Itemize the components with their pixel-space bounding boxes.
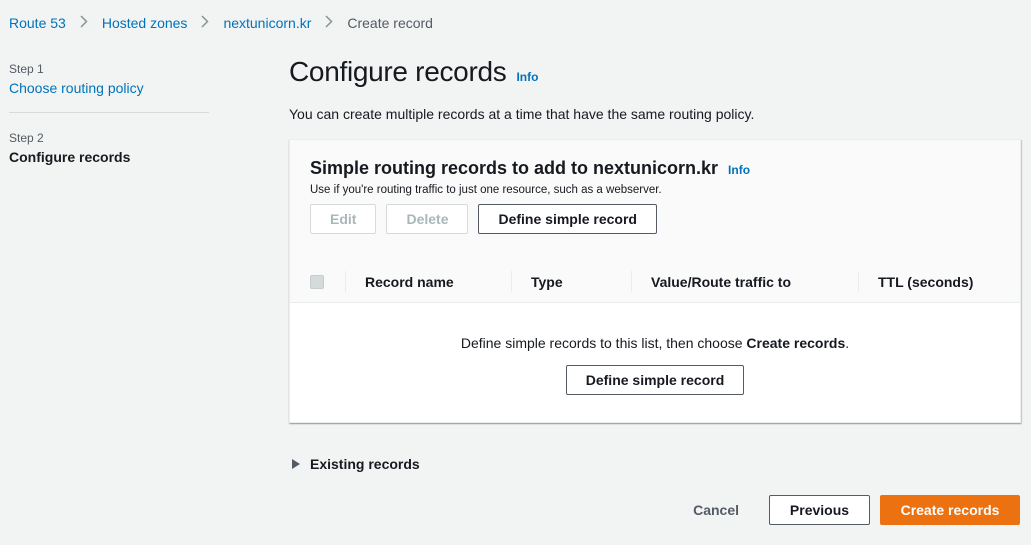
page-title-row: Configure records Info: [289, 56, 1021, 88]
container-info-link[interactable]: Info: [728, 163, 750, 177]
step-1-number: Step 1: [9, 62, 44, 76]
chevron-right-icon: [201, 15, 209, 31]
container-subtitle: Use if you're routing traffic to just on…: [310, 184, 662, 196]
column-type[interactable]: Type: [511, 261, 631, 302]
delete-button[interactable]: Delete: [386, 204, 469, 234]
existing-records-expander[interactable]: Existing records: [292, 456, 420, 472]
wizard-footer: Cancel Previous Create records: [693, 495, 1020, 525]
records-table-header: Record name Type Value/Route traffic to …: [290, 261, 1020, 303]
main-content: Configure records Info You can create mu…: [289, 56, 1021, 423]
page-info-link[interactable]: Info: [516, 70, 538, 84]
records-container: Simple routing records to add to nextuni…: [289, 139, 1021, 423]
existing-records-label: Existing records: [310, 456, 420, 472]
empty-text-bold: Create records: [746, 335, 846, 351]
breadcrumb: Route 53 Hosted zones nextunicorn.kr Cre…: [9, 14, 433, 32]
step-1-link[interactable]: Choose routing policy: [9, 80, 209, 96]
wizard-steps: Step 1 Choose routing policy Step 2 Conf…: [9, 62, 209, 165]
breadcrumb-hosted-zones[interactable]: Hosted zones: [102, 15, 188, 31]
create-records-button[interactable]: Create records: [880, 495, 1020, 525]
define-simple-record-button[interactable]: Define simple record: [478, 204, 657, 234]
empty-text-start: Define simple records to this list, then…: [460, 335, 747, 351]
page-title: Configure records: [289, 56, 507, 87]
container-title: Simple routing records to add to nextuni…: [310, 158, 719, 178]
step-2-current: Configure records: [9, 149, 131, 165]
page-description: You can create multiple records at a tim…: [289, 106, 755, 122]
breadcrumb-zone[interactable]: nextunicorn.kr: [223, 15, 311, 31]
column-record-name[interactable]: Record name: [345, 261, 511, 302]
column-ttl[interactable]: TTL (seconds): [858, 261, 1020, 302]
chevron-right-icon: [325, 15, 333, 31]
edit-button[interactable]: Edit: [310, 204, 377, 234]
cancel-button[interactable]: Cancel: [693, 502, 739, 518]
empty-define-simple-record-button[interactable]: Define simple record: [565, 365, 745, 395]
caret-right-icon: [292, 459, 300, 469]
previous-button[interactable]: Previous: [769, 495, 870, 525]
empty-state-text: Define simple records to this list, then…: [290, 335, 1020, 351]
container-title-row: Simple routing records to add to nextuni…: [310, 158, 1000, 179]
empty-state: Define simple records to this list, then…: [290, 303, 1020, 395]
select-all-checkbox[interactable]: [310, 274, 324, 289]
breadcrumb-current: Create record: [347, 15, 433, 31]
breadcrumb-route53[interactable]: Route 53: [9, 15, 66, 31]
empty-text-end: .: [845, 335, 850, 351]
records-container-header: Simple routing records to add to nextuni…: [290, 140, 1020, 261]
column-value[interactable]: Value/Route traffic to: [631, 261, 858, 302]
chevron-right-icon: [80, 15, 88, 31]
step-2-number: Step 2: [9, 131, 44, 145]
select-all-cell: [290, 261, 345, 302]
step-divider: [9, 112, 209, 113]
record-actions: Edit Delete Define simple record: [310, 204, 1000, 234]
